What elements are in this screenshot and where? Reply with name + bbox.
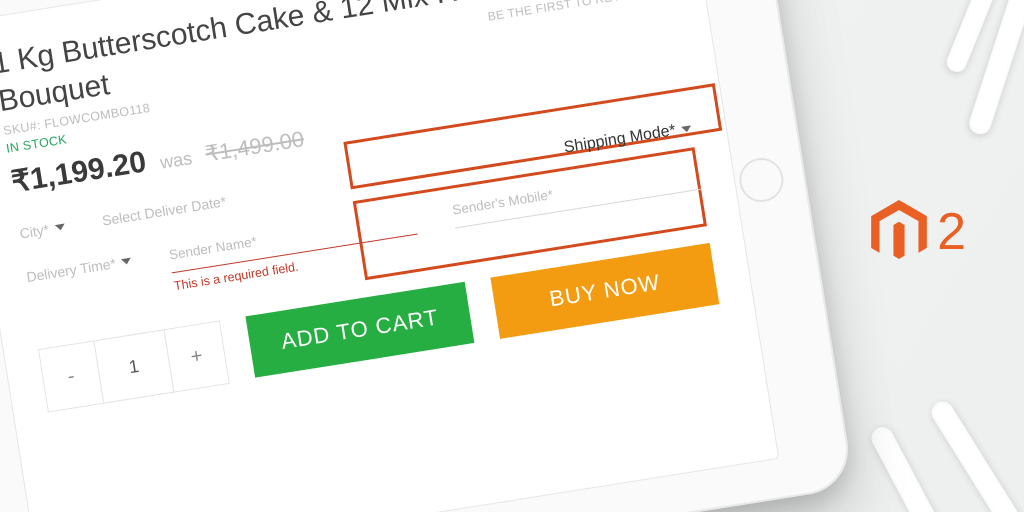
buy-now-button[interactable]: BUY NOW (490, 243, 719, 339)
tablet-screen: 1 Kg Butterscotch Cake & 12 Mix Roses Bo… (0, 0, 779, 512)
sender-name-field[interactable]: Sender Name* This is a required field. (168, 208, 421, 293)
price: ₹1,199.20 (9, 144, 149, 200)
sku-label: SKU#: (2, 118, 41, 138)
was-label: was (159, 148, 194, 174)
sender-name-placeholder: Sender Name* (168, 234, 258, 263)
qty-plus-button[interactable]: + (164, 322, 229, 392)
scene: 2 1 Kg Butterscotch Cake & 12 Mix Roses … (0, 0, 1024, 512)
was-price: ₹1,499.00 (203, 126, 305, 167)
chevron-down-icon (121, 258, 132, 265)
date-label: Select Deliver Date* (101, 193, 227, 228)
time-label: Delivery Time* (25, 255, 117, 285)
add-to-cart-button[interactable]: ADD TO CART (245, 282, 474, 378)
chevron-down-icon (54, 224, 65, 231)
quantity-stepper: - 1 + (38, 320, 230, 412)
logo-text: 2 (937, 202, 966, 262)
qty-minus-button[interactable]: - (39, 341, 104, 411)
chevron-down-icon (681, 125, 692, 132)
shipping-label: Shipping Mode* (563, 122, 677, 157)
product-page: 1 Kg Butterscotch Cake & 12 Mix Roses Bo… (0, 0, 758, 445)
shipping-mode-field[interactable]: Shipping Mode* (563, 119, 693, 157)
desk-pen (927, 397, 1024, 512)
tablet-frame: 1 Kg Butterscotch Cake & 12 Mix Roses Bo… (0, 0, 855, 512)
city-label: City* (18, 221, 50, 241)
magento-icon (871, 200, 927, 264)
qty-value[interactable]: 1 (94, 330, 173, 402)
city-field[interactable]: City* (18, 219, 66, 242)
delivery-time-field[interactable]: Delivery Time* (25, 253, 132, 285)
magento2-logo: 2 (871, 200, 966, 264)
sender-mobile-field[interactable]: Sender's Mobile* (451, 163, 701, 229)
sender-mobile-placeholder: Sender's Mobile* (451, 187, 554, 218)
